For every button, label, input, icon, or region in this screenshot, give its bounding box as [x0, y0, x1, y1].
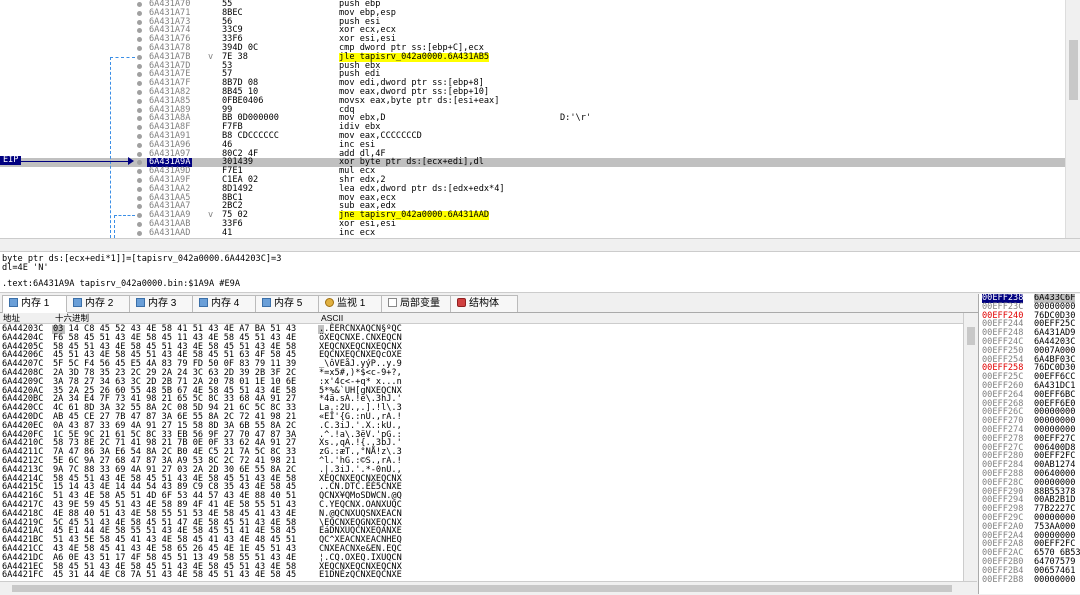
disassembly-scroll-thumb[interactable]	[1069, 40, 1078, 100]
breakpoint-dot-icon[interactable]	[137, 230, 142, 236]
breakpoint-dot-icon[interactable]	[137, 222, 142, 227]
jump-direction-icon: v	[208, 51, 214, 62]
breakpoint-dot-icon[interactable]	[137, 54, 142, 60]
dump-header: 地址 十六进制 ASCII	[0, 313, 963, 324]
dump-header-ascii: ASCII	[321, 313, 344, 323]
memory-icon	[9, 298, 18, 307]
dump-scroll-thumb[interactable]	[967, 327, 975, 345]
breakpoint-dot-icon[interactable]	[137, 134, 142, 139]
disassembly-view[interactable]: 6A431A70 55 push ebp 6A431A71 8BEC mov ebp,es…	[0, 0, 1065, 238]
disasm-address: 6A431AAD	[149, 227, 191, 238]
breakpoint-dot-icon[interactable]	[137, 116, 142, 122]
dump-hscroll-thumb[interactable]	[12, 585, 952, 592]
jump-direction-icon: v	[208, 210, 214, 221]
breakpoint-dot-icon[interactable]	[137, 125, 142, 131]
breakpoint-dot-icon[interactable]	[137, 72, 142, 78]
eip-arrow-line	[18, 160, 131, 162]
breakpoint-dot-icon[interactable]	[137, 2, 142, 7]
jump-line	[110, 56, 111, 238]
dump-horizontal-scrollbar[interactable]	[0, 581, 977, 595]
breakpoint-dot-icon[interactable]	[137, 10, 142, 16]
tab-locals[interactable]: 局部变量	[381, 295, 453, 312]
tab-label: 内存 2	[85, 298, 114, 309]
locals-icon	[388, 298, 397, 307]
tab-memory-2[interactable]: 内存 2	[66, 295, 132, 312]
stack-value: 00000000	[1034, 574, 1076, 585]
disasm-row[interactable]: 6A431AAD 41 inc ecx	[0, 227, 1065, 238]
tab-label: 内存 5	[274, 298, 303, 309]
stack-address: 00EFF2B8	[982, 574, 1024, 585]
stack-view[interactable]: 00EFF238 6A433C6F 00EFF23C 00000000 00EFF240…	[978, 294, 1080, 594]
dump-vertical-scrollbar[interactable]	[963, 313, 978, 581]
tab-memory-5[interactable]: 内存 5	[255, 295, 321, 312]
breakpoint-dot-icon[interactable]	[137, 19, 142, 25]
disassembly-vertical-scrollbar[interactable]	[1065, 0, 1080, 238]
disasm-comment: D:'\r'	[560, 113, 592, 124]
breakpoint-dot-icon[interactable]	[137, 90, 142, 95]
info-panel: byte ptr ds:[ecx+edi*1]]=[tapisrv_042a00…	[0, 252, 1080, 293]
jump-line-connector	[114, 215, 135, 217]
tab-label: 内存 1	[21, 298, 50, 309]
dump-header-address: 地址	[3, 313, 21, 323]
breakpoint-dot-icon[interactable]	[137, 213, 142, 219]
jump-line	[114, 215, 115, 238]
memory-icon	[199, 298, 208, 307]
tab-memory-3[interactable]: 内存 3	[129, 295, 195, 312]
info-line-location: .text:6A431A9A tapisrv_042a0000.bin:$1A9…	[2, 279, 240, 289]
breakpoint-dot-icon[interactable]	[137, 107, 142, 113]
watch-icon	[325, 298, 334, 307]
breakpoint-dot-icon[interactable]	[137, 204, 142, 210]
disassembly-horizontal-scrollbar[interactable]	[0, 238, 1080, 252]
dump-header-hex: 十六进制	[55, 313, 90, 323]
memory-icon	[262, 298, 271, 307]
dump-hex: 45 31 44 4E C8 7A 51 43 4E 58 45 51 43 4…	[53, 570, 297, 581]
breakpoint-dot-icon[interactable]	[137, 169, 142, 175]
info-line-register: dl=4E 'N'	[2, 263, 49, 273]
tab-watch-1[interactable]: 监视 1	[318, 295, 384, 312]
memory-icon	[136, 298, 145, 307]
dump-ascii: E1DNÈzQCNXEQCNXE	[319, 570, 402, 581]
disasm-instruction: inc ecx	[339, 227, 376, 238]
breakpoint-dot-icon[interactable]	[137, 63, 142, 69]
disasm-instruction: movsx eax,byte ptr ds:[esi+eax]	[339, 95, 500, 106]
tab-memory-1[interactable]: 内存 1	[2, 295, 68, 313]
tab-label: 内存 3	[148, 298, 177, 309]
struct-icon	[457, 298, 466, 307]
breakpoint-dot-icon[interactable]	[137, 186, 142, 192]
breakpoint-dot-icon[interactable]	[137, 46, 142, 51]
breakpoint-dot-icon[interactable]	[137, 28, 142, 34]
memory-dump-view[interactable]: 地址 十六进制 ASCII 6A44203C 03 14 C8 45 52 43 …	[0, 313, 963, 581]
breakpoint-dot-icon[interactable]	[137, 81, 142, 87]
breakpoint-dot-icon[interactable]	[137, 142, 142, 148]
jump-line-connector	[110, 56, 135, 58]
memory-icon	[73, 298, 82, 307]
breakpoint-dot-icon[interactable]	[137, 195, 142, 201]
tab-struct[interactable]: 结构体	[450, 295, 518, 312]
tab-label: 内存 4	[211, 298, 240, 309]
dump-tab-bar: 内存 1 内存 2 内存 3 内存 4 内存 5 监视 1 局部变量 结构体	[0, 294, 978, 313]
tab-memory-4[interactable]: 内存 4	[192, 295, 258, 312]
breakpoint-dot-icon[interactable]	[137, 178, 142, 183]
tab-label: 局部变量	[400, 298, 440, 309]
dump-row[interactable]: 6A4421FC 45 31 44 4E C8 7A 51 43 4E 58 45…	[0, 571, 963, 580]
eip-arrow-head-icon	[128, 157, 134, 165]
breakpoint-dot-icon[interactable]	[137, 160, 142, 166]
stack-row[interactable]: 00EFF2B8 00000000	[979, 574, 1080, 585]
tab-label: 监视 1	[337, 298, 366, 309]
disasm-bytes: 41	[222, 227, 233, 238]
breakpoint-dot-icon[interactable]	[137, 37, 142, 43]
breakpoint-dot-icon[interactable]	[137, 151, 142, 157]
breakpoint-dot-icon[interactable]	[137, 98, 142, 104]
dump-address: 6A4421FC	[2, 570, 44, 581]
tab-label: 结构体	[469, 298, 499, 309]
